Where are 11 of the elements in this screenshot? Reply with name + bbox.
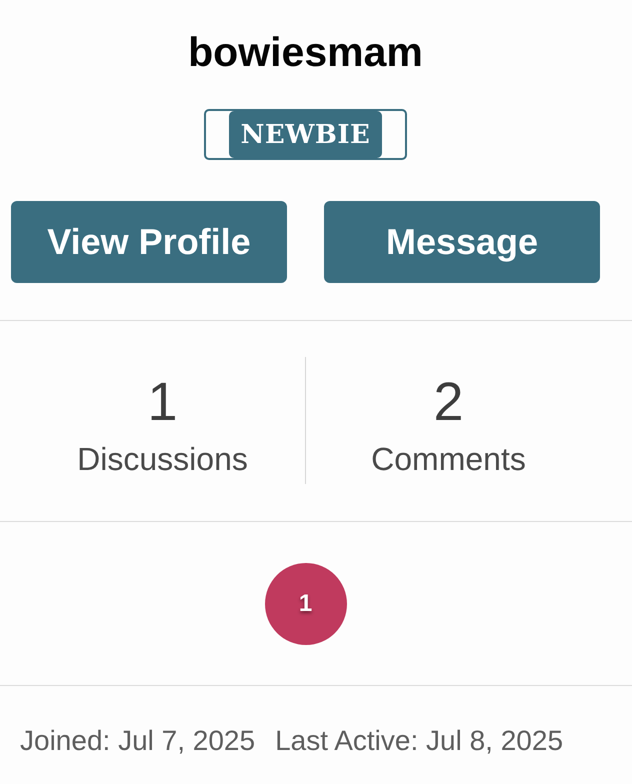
username: bowiesmam [188,28,423,76]
joined-date: Joined: Jul 7, 2025 [20,725,256,757]
last-active-date: Last Active: Jul 8, 2025 [275,725,564,757]
stat-count: 1 [147,375,178,429]
message-button[interactable]: Message [324,201,600,283]
stat-label: Comments [371,441,526,477]
view-profile-button[interactable]: View Profile [11,201,287,283]
rank-label: NEWBIE [228,111,382,158]
stat-count: 2 [433,375,464,429]
stat-label: Discussions [77,441,248,477]
achievement-badge: 1 [264,563,346,645]
